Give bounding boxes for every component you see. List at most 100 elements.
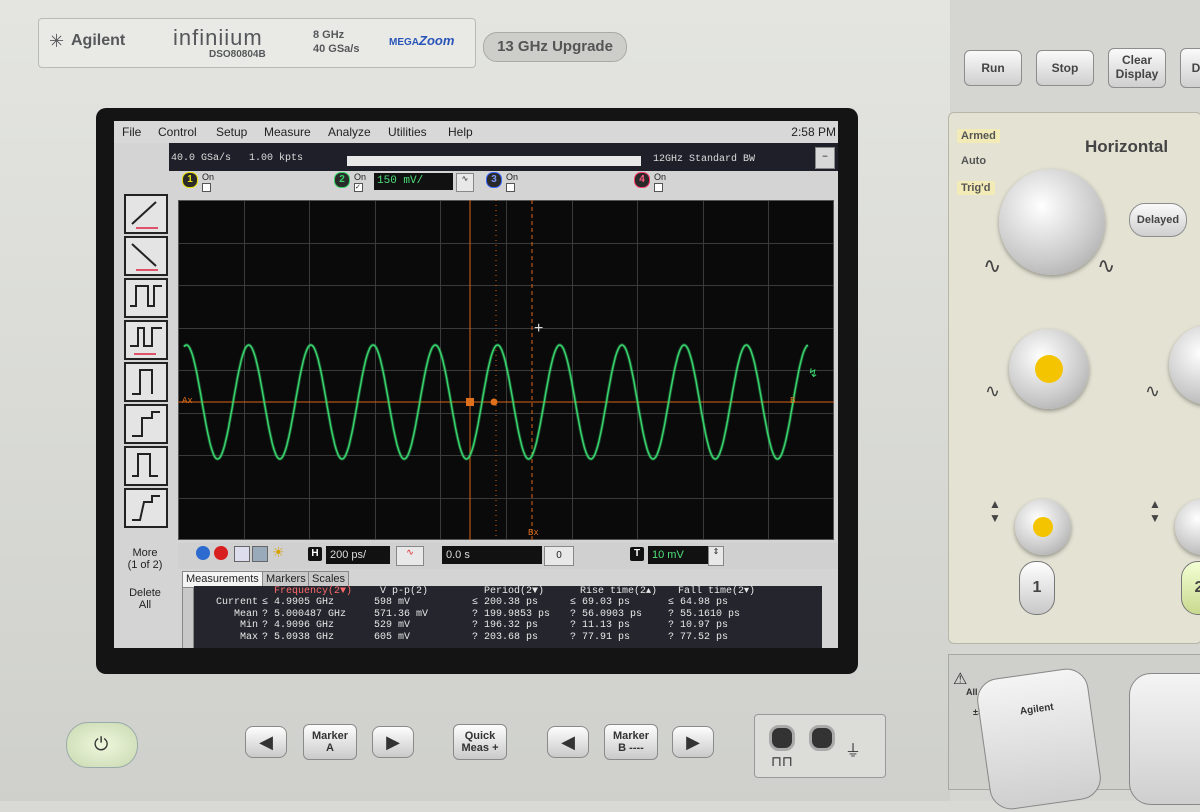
trigger-level-field[interactable]: 10 mV: [648, 546, 708, 564]
minimize-button[interactable]: –: [815, 147, 835, 169]
frequency-header[interactable]: Frequency(2▼): [262, 586, 352, 597]
vpp-header[interactable]: V p-p(2): [374, 586, 428, 597]
pulse-width-trigger-icon[interactable]: [124, 278, 168, 318]
table-cell: ? 196.32 ps: [472, 620, 539, 631]
zoom-stepper[interactable]: 0: [544, 546, 574, 566]
series-name: infiniium: [173, 25, 263, 50]
rise-time-column: Rise time(2▴) ≤ 69.03 ps ? 56.0903 ps ? …: [570, 586, 657, 643]
measurement-scrollbar[interactable]: [182, 587, 194, 648]
cal-terminal-2[interactable]: [809, 725, 835, 751]
table-cell: ? 5.000487 GHz: [262, 608, 347, 620]
run-button[interactable]: Run: [964, 50, 1022, 86]
period-header[interactable]: Period(2▼): [472, 586, 550, 597]
waveform-display[interactable]: Ax B Bx ↯ +: [178, 200, 835, 541]
channel-2-scale[interactable]: 150 mV/: [374, 173, 453, 190]
menu-control[interactable]: Control: [158, 125, 197, 139]
menu-file[interactable]: File: [122, 125, 141, 139]
record-overview[interactable]: [347, 156, 641, 166]
marker-b-button[interactable]: Marker B ----: [604, 724, 658, 760]
channel-4-checkbox[interactable]: [654, 183, 663, 192]
timeout-trigger-icon[interactable]: [124, 446, 168, 486]
table-cell: ? 203.68 ps: [472, 631, 539, 643]
table-cell: ? 10.97 ps: [668, 620, 729, 631]
probe-body[interactable]: Agilent: [974, 665, 1104, 812]
vpp-column: V p-p(2) 598 mV 571.36 mV 529 mV 605 mV: [374, 586, 428, 643]
channel-2-scale-spinner[interactable]: ∿: [456, 173, 474, 192]
menu-analyze[interactable]: Analyze: [328, 125, 371, 139]
run-single-icon[interactable]: [196, 546, 210, 560]
frequency-column: Frequency(2▼) ≤ 4.9905 GHz ? 5.000487 GH…: [262, 586, 352, 643]
channel-1-scale-knob[interactable]: [1009, 329, 1089, 409]
period-column: Period(2▼) ≤ 200.38 ps ? 199.9853 ps ? 1…: [472, 586, 550, 643]
channel-1-offset-knob[interactable]: [1015, 499, 1071, 555]
runt-trigger-icon[interactable]: [124, 362, 168, 402]
table-cell: ≤ 64.98 ps: [668, 597, 729, 608]
marker-a-button[interactable]: Marker A: [303, 724, 357, 760]
delete-all-button[interactable]: Delete All: [122, 587, 168, 611]
horizontal-label: H: [308, 547, 322, 561]
auto-indicator: Auto: [961, 155, 987, 167]
marker-a-left-button[interactable]: ◀: [245, 726, 287, 758]
channel-4-control[interactable]: 4 On: [634, 172, 666, 194]
fall-time-header[interactable]: Fall time(2▾): [668, 586, 755, 597]
rise-time-header[interactable]: Rise time(2▴): [570, 586, 657, 597]
ground-icon: ⏚: [845, 743, 862, 760]
marker-b-right-button[interactable]: ▶: [672, 726, 714, 758]
channel-2-button[interactable]: 2: [1181, 561, 1200, 615]
cal-terminal-1[interactable]: [769, 725, 795, 751]
probe-label: Agilent: [1019, 701, 1055, 718]
channel-1-button[interactable]: 1: [1019, 561, 1055, 615]
channel-2-offset-knob[interactable]: [1175, 499, 1200, 555]
table-cell: ? 56.0903 ps: [570, 608, 643, 620]
brand-panel: ✳ Agilent infiniium DSO80804B 8 GHz 40 G…: [38, 18, 476, 68]
trigger-toolbar: [122, 194, 168, 544]
table-cell: 571.36 mV: [374, 608, 429, 620]
acquisition-info-bar: 40.0 GSa/s 1.00 kpts 12GHz Standard BW –: [169, 143, 838, 171]
menu-utilities[interactable]: Utilities: [388, 125, 427, 139]
marker-b-left-button[interactable]: ◀: [547, 726, 589, 758]
channel-2-scale-knob[interactable]: [1169, 325, 1200, 405]
brightness-icon[interactable]: ☀: [272, 544, 285, 561]
menu-measure[interactable]: Measure: [264, 125, 311, 139]
print-icon[interactable]: [234, 546, 250, 562]
horizontal-scale-knob[interactable]: [999, 169, 1105, 275]
sample-rate: 40.0 GSa/s: [171, 153, 232, 164]
channel-2-badge: 2: [334, 172, 350, 188]
channel-2-control[interactable]: 2 On ✓ 150 mV/ ∿: [334, 172, 474, 194]
channel-3-checkbox[interactable]: [506, 183, 515, 192]
megazoom-logo: MEGAZoom: [389, 33, 455, 48]
channel-1-control[interactable]: 1 On: [182, 172, 214, 194]
record-icon[interactable]: [214, 546, 228, 560]
save-icon[interactable]: [252, 546, 268, 562]
probe-body-2[interactable]: [1129, 673, 1200, 805]
more-button[interactable]: More (1 of 2): [122, 547, 168, 571]
glitch-trigger-icon[interactable]: [124, 320, 168, 360]
timebase-field[interactable]: 200 ps/: [326, 546, 390, 564]
horizontal-bar: ☀ H 200 ps/ ∿ 0.0 s 0 T 10 mV ⇕: [178, 543, 838, 569]
marker-a-right-button[interactable]: ▶: [372, 726, 414, 758]
input-connector-area: ⚠ All Inpu50Ω±5V MCAT Agilent: [948, 654, 1200, 812]
table-cell: ? 77.91 ps: [570, 631, 631, 643]
timebase-spinner[interactable]: ∿: [396, 546, 424, 566]
partial-button[interactable]: D: [1180, 48, 1200, 88]
stop-button[interactable]: Stop: [1036, 50, 1094, 86]
clear-display-button[interactable]: Clear Display: [1108, 48, 1166, 88]
offset-arrows-icon: ▲ ▼: [1149, 497, 1161, 525]
sine-icon: ∿: [1145, 381, 1161, 401]
delay-field[interactable]: 0.0 s: [442, 546, 542, 564]
rising-edge-trigger-icon[interactable]: [124, 194, 168, 234]
trigger-level-spinner[interactable]: ⇕: [708, 546, 724, 566]
channel-1-checkbox[interactable]: [202, 183, 211, 192]
quick-meas-button[interactable]: Quick Meas +: [453, 724, 507, 760]
scope-screen: File Control Setup Measure Analyze Utili…: [114, 121, 838, 648]
channel-4-on-label: On: [654, 172, 667, 182]
power-button[interactable]: ⏻: [66, 722, 138, 768]
channel-2-checkbox[interactable]: ✓: [354, 183, 363, 192]
menu-setup[interactable]: Setup: [216, 125, 247, 139]
transition-trigger-icon[interactable]: [124, 488, 168, 528]
menu-help[interactable]: Help: [448, 125, 473, 139]
falling-edge-trigger-icon[interactable]: [124, 236, 168, 276]
delayed-button[interactable]: Delayed: [1129, 203, 1187, 237]
channel-3-control[interactable]: 3 On: [486, 172, 518, 194]
setup-hold-trigger-icon[interactable]: [124, 404, 168, 444]
